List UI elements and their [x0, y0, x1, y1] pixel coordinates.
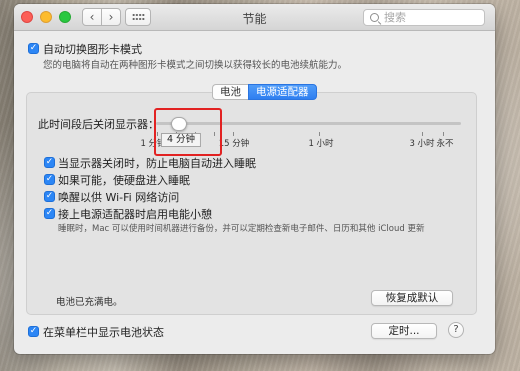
battery-status-text: 电池已充满电。 [56, 297, 123, 308]
search-icon [370, 13, 379, 22]
auto-graphics-switching-description: 您的电脑将自动在两种图形卡模式之间切换以获得较长的电池续航能力。 [43, 60, 348, 71]
tab-power-adapter[interactable]: 电源适配器 [248, 84, 317, 100]
power-source-tabs: 电池 电源适配器 [212, 84, 317, 100]
tab-battery[interactable]: 电池 [212, 84, 248, 100]
tick-label-never: 永不 [436, 139, 454, 149]
wake-for-wifi-label: 唤醒以供 Wi-Fi 网络访问 [58, 191, 180, 204]
slider-tick [422, 132, 423, 136]
tick-label-15-minutes: 15 分钟 [218, 139, 250, 149]
prevent-sleep-label: 当显示器关闭时，防止电脑自动进入睡眠 [58, 157, 256, 170]
show-battery-in-menu-bar-label: 在菜单栏中显示电池状态 [43, 326, 164, 339]
wake-for-wifi-checkbox[interactable]: ✓ [44, 191, 55, 202]
tick-label-1-hour: 1 小时 [308, 139, 334, 149]
slider-tick [233, 132, 234, 136]
schedule-button[interactable]: 定时... [371, 323, 437, 339]
help-button[interactable]: ? [448, 322, 464, 338]
energy-saver-window: ‹ › 节能 搜索 ✓ 自动切换图形卡模式 您的电脑将自动在两种图形卡模式之间切… [14, 4, 495, 354]
auto-graphics-switching-label: 自动切换图形卡模式 [43, 43, 142, 56]
search-field[interactable]: 搜索 [363, 9, 485, 26]
power-nap-checkbox[interactable]: ✓ [44, 208, 55, 219]
restore-defaults-button[interactable]: 恢复成默认 [371, 290, 453, 306]
power-nap-label: 接上电源适配器时启用电能小憩 [58, 208, 212, 221]
slider-tick [443, 132, 444, 136]
search-placeholder: 搜索 [384, 11, 406, 24]
auto-graphics-switching-checkbox[interactable]: ✓ [28, 43, 39, 54]
show-battery-in-menu-bar-checkbox[interactable]: ✓ [28, 326, 39, 337]
disk-sleep-checkbox[interactable]: ✓ [44, 174, 55, 185]
annotation-highlight-box [154, 108, 222, 156]
slider-tick [319, 132, 320, 136]
disk-sleep-label: 如果可能，使硬盘进入睡眠 [58, 174, 190, 187]
power-nap-description: 睡眠时，Mac 可以使用时间机器进行备份，并可以定期检查新电子邮件、日历和其他 … [58, 224, 425, 234]
tick-label-3-hours: 3 小时 [409, 139, 435, 149]
display-sleep-label: 此时间段后关闭显示器： [38, 118, 159, 131]
prevent-sleep-checkbox[interactable]: ✓ [44, 157, 55, 168]
title-bar: ‹ › 节能 搜索 [14, 4, 495, 31]
